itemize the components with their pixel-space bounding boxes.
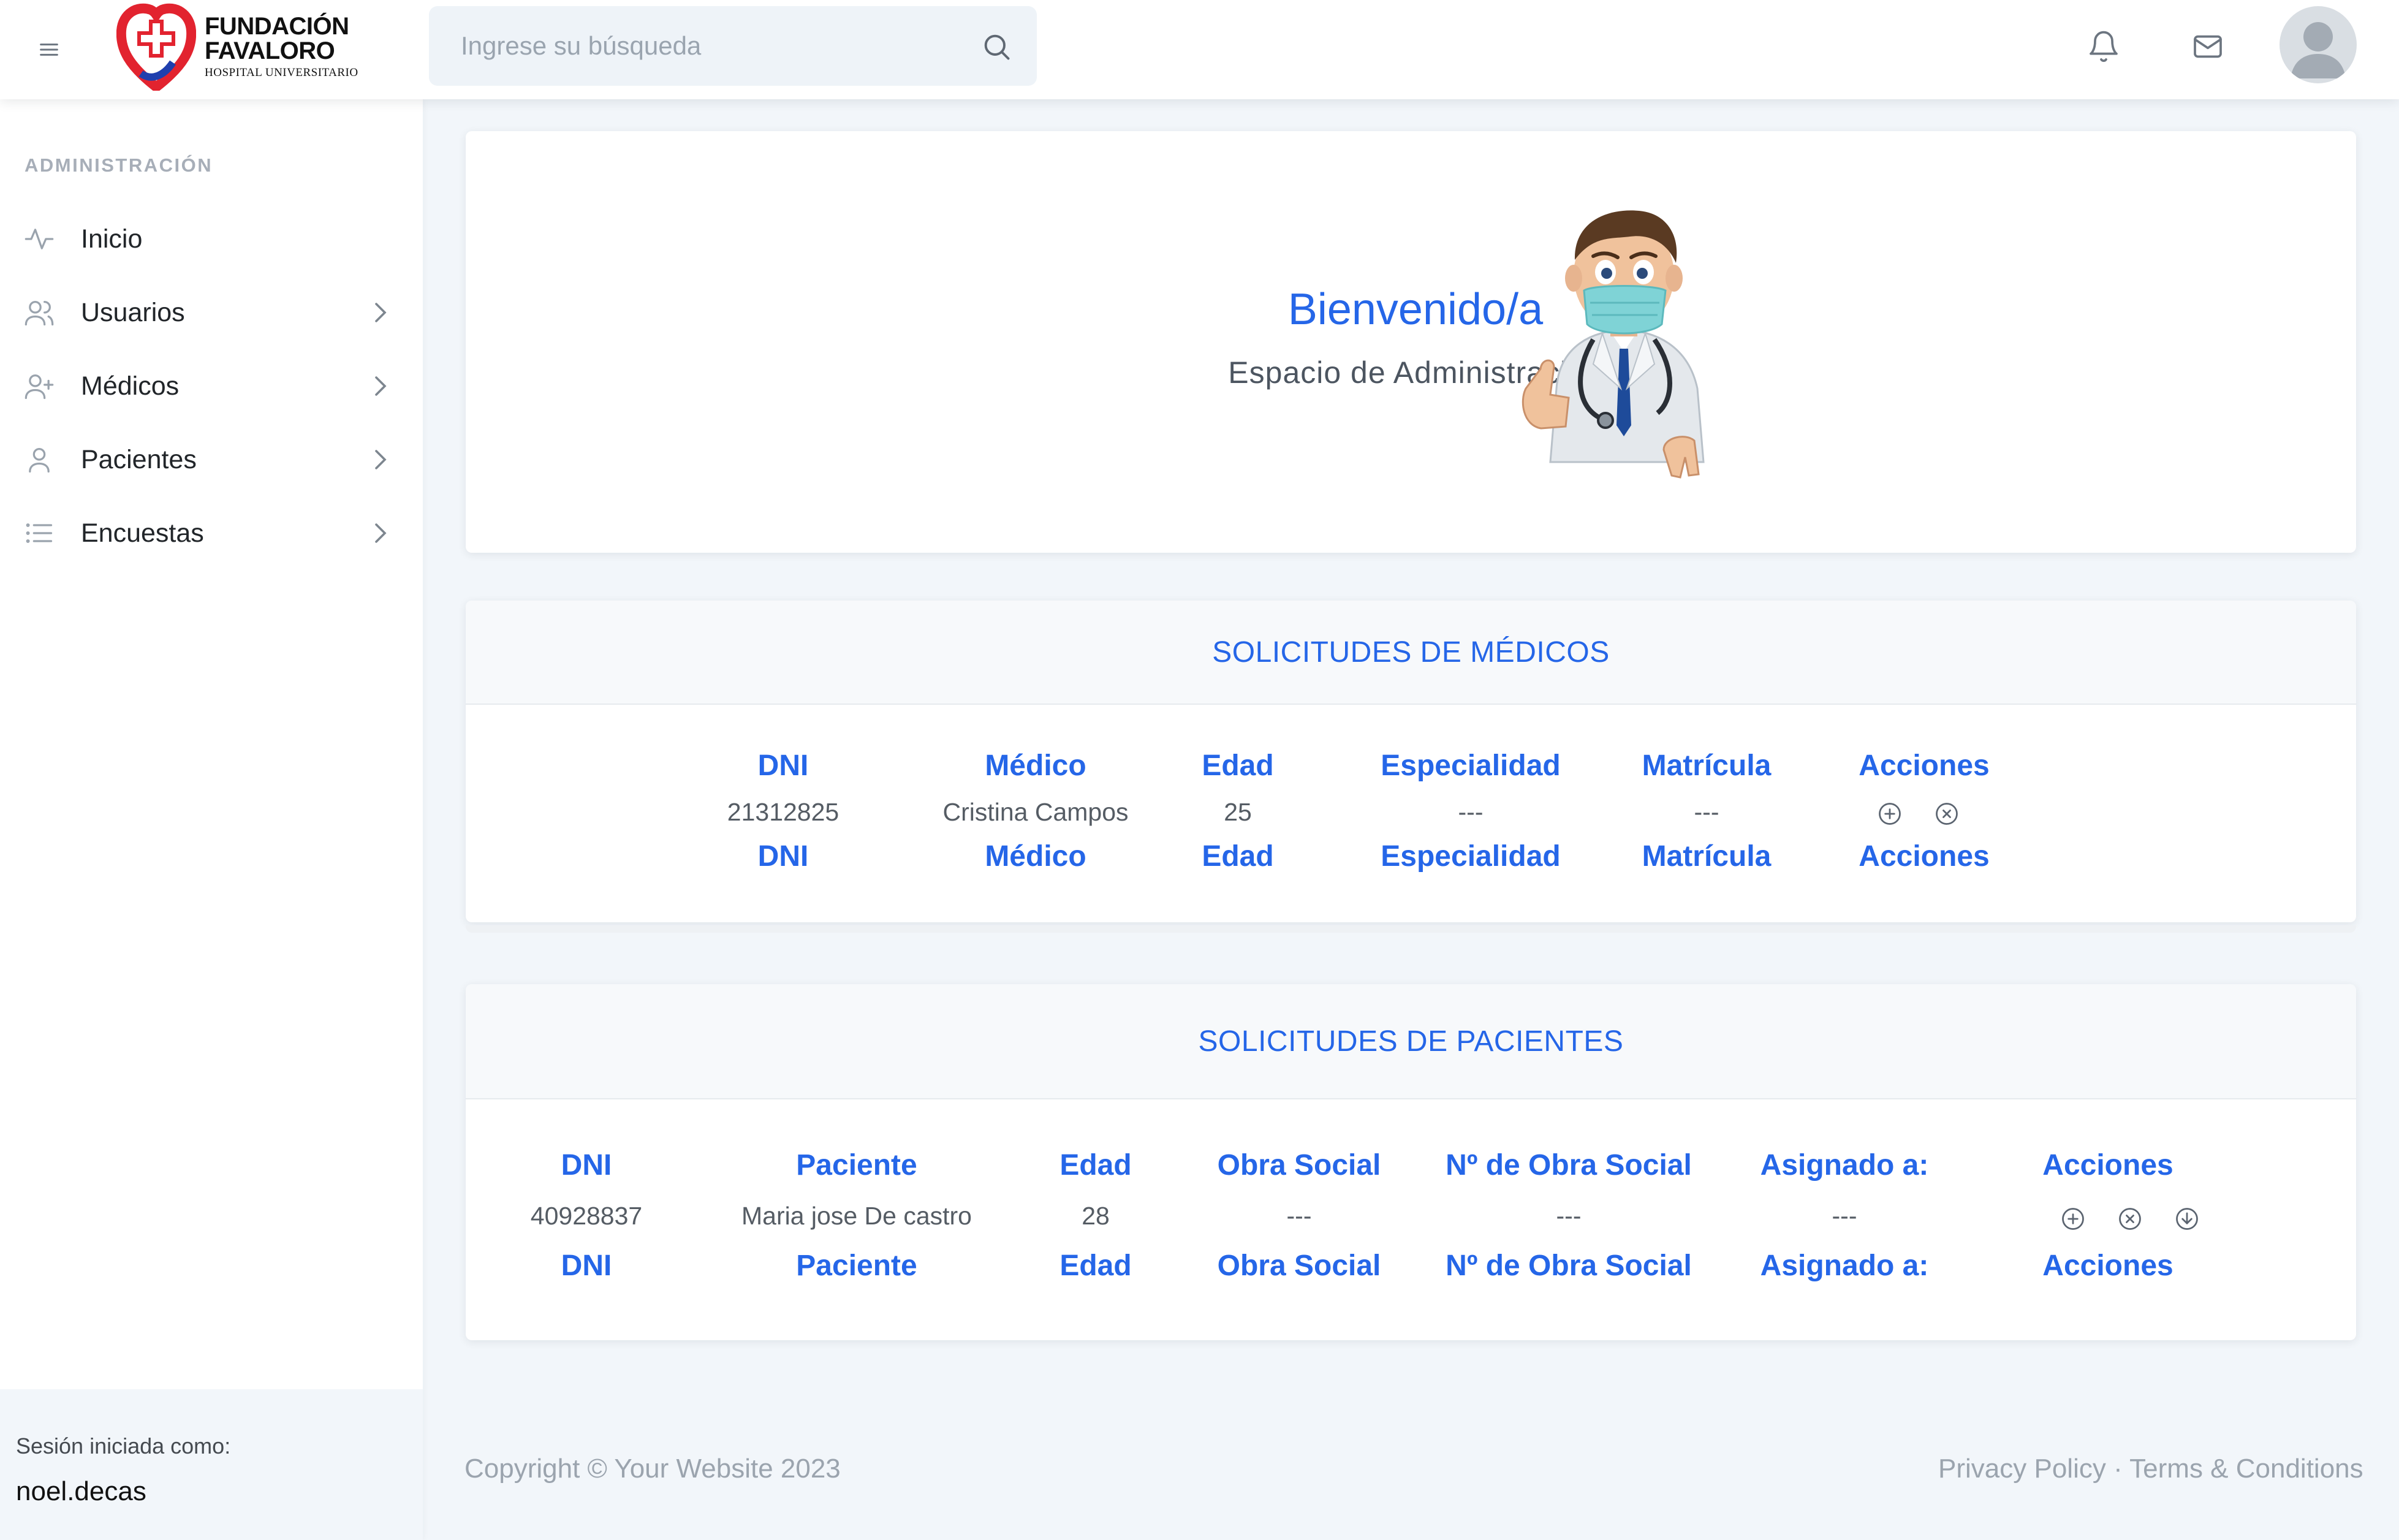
col-header-matricula: Matrícula — [1642, 749, 1772, 782]
brand-logo[interactable]: FUNDACIÓN FAVALORO HOSPITAL UNIVERSITARI… — [116, 0, 374, 92]
download-circle-icon[interactable] — [2174, 1205, 2200, 1232]
col-header-acciones: Acciones — [1859, 749, 1990, 782]
col-header-edad: Edad — [1202, 749, 1274, 782]
chevron-right-icon — [375, 450, 387, 469]
welcome-card: Bienvenido/a Espacio de Administración — [466, 131, 2356, 553]
col-header-acciones: Acciones — [2042, 1149, 2174, 1182]
sidebar-item-usuarios[interactable]: Usuarios — [0, 279, 423, 346]
menu-icon — [40, 44, 58, 56]
footer-separator: · — [2113, 1454, 2123, 1484]
search-icon[interactable] — [980, 31, 1012, 63]
users-icon — [25, 301, 54, 326]
chevron-right-icon — [375, 376, 387, 396]
table-cell-paciente: Maria jose De castro — [741, 1202, 972, 1230]
sidebar-item-label: Encuestas — [81, 518, 204, 548]
chevron-right-icon — [375, 303, 387, 322]
col-header-asignado: Asignado a: — [1760, 1149, 1929, 1182]
doctor-illustration — [1522, 210, 1705, 479]
chevron-right-icon — [375, 523, 387, 543]
user-avatar[interactable] — [2280, 6, 2357, 83]
user-icon — [29, 448, 50, 473]
close-circle-icon[interactable] — [2117, 1205, 2143, 1232]
brand-line-3: HOSPITAL UNIVERSITARIO — [205, 66, 358, 79]
col-header-medico: Médico — [985, 749, 1086, 782]
session-username: noel.decas — [16, 1476, 146, 1506]
activity-icon — [25, 229, 54, 249]
col-footer-nro-obra-social: Nº de Obra Social — [1446, 1250, 1692, 1282]
sidebar-item-label: Pacientes — [81, 444, 197, 474]
col-footer-asignado: Asignado a: — [1760, 1250, 1929, 1282]
add-circle-icon[interactable] — [1876, 800, 1903, 827]
session-label: Sesión iniciada como: — [16, 1433, 231, 1458]
sidebar-item-medicos[interactable]: Médicos — [0, 352, 423, 420]
bell-icon[interactable] — [2086, 29, 2121, 64]
sidebar-footer: Sesión iniciada como: noel.decas — [0, 1389, 423, 1540]
terms-link[interactable]: Terms & Conditions — [2129, 1454, 2363, 1484]
top-navbar: FUNDACIÓN FAVALORO HOSPITAL UNIVERSITARI… — [0, 0, 2399, 99]
sidebar-item-label: Usuarios — [81, 297, 185, 327]
patient-requests-card: SOLICITUDES DE PACIENTES DNI Paciente Ed… — [466, 984, 2356, 1340]
close-circle-icon[interactable] — [1933, 800, 1960, 827]
sidebar: ADMINISTRACIÓN Inicio Usuarios Médicos P… — [0, 99, 423, 1540]
table-cell-edad: 25 — [1224, 798, 1252, 826]
col-header-dni: DNI — [561, 1149, 612, 1182]
table-cell-medico: Cristina Campos — [942, 798, 1129, 826]
search-input[interactable] — [429, 6, 968, 86]
sidebar-item-pacientes[interactable]: Pacientes — [0, 426, 423, 493]
list-icon — [26, 523, 53, 543]
col-footer-edad: Edad — [1202, 840, 1274, 873]
search-bar — [429, 6, 1037, 86]
col-footer-especialidad: Especialidad — [1381, 840, 1561, 873]
add-circle-icon[interactable] — [2060, 1205, 2086, 1232]
divider — [466, 925, 2356, 933]
table-cell-edad: 28 — [1082, 1202, 1110, 1230]
col-footer-acciones: Acciones — [2042, 1250, 2174, 1282]
col-footer-edad: Edad — [1059, 1250, 1132, 1282]
doctor-requests-card: SOLICITUDES DE MÉDICOS DNI Médico Edad E… — [466, 601, 2356, 922]
sidebar-item-label: Médicos — [81, 371, 180, 401]
col-footer-medico: Médico — [985, 840, 1086, 873]
doctor-requests-title: SOLICITUDES DE MÉDICOS — [466, 601, 2356, 705]
table-cell-dni: 40928837 — [530, 1202, 643, 1230]
col-header-paciente: Paciente — [796, 1149, 917, 1182]
col-footer-dni: DNI — [561, 1250, 612, 1282]
table-cell-nro-obra-social: --- — [1556, 1202, 1582, 1230]
table-cell-asignado: --- — [1832, 1202, 1857, 1230]
mail-icon[interactable] — [2191, 29, 2225, 64]
col-footer-matricula: Matrícula — [1642, 840, 1772, 873]
table-cell-especialidad: --- — [1458, 798, 1484, 826]
patient-requests-title: SOLICITUDES DE PACIENTES — [466, 984, 2356, 1099]
col-header-nro-obra-social: Nº de Obra Social — [1446, 1149, 1692, 1182]
brand-text: FUNDACIÓN FAVALORO HOSPITAL UNIVERSITARI… — [205, 14, 358, 78]
col-header-dni: DNI — [757, 749, 809, 782]
user-plus-icon — [25, 374, 54, 400]
privacy-policy-link[interactable]: Privacy Policy — [1938, 1454, 2106, 1484]
copyright-text: Copyright © Your Website 2023 — [464, 1454, 841, 1484]
footer-links: Privacy Policy · Terms & Conditions — [1938, 1454, 2363, 1484]
sidebar-item-label: Inicio — [81, 224, 143, 254]
col-footer-acciones: Acciones — [1859, 840, 1990, 873]
col-footer-dni: DNI — [757, 840, 809, 873]
table-cell-matricula: --- — [1694, 798, 1719, 826]
sidebar-heading: ADMINISTRACIÓN — [25, 154, 213, 176]
sidebar-item-inicio[interactable]: Inicio — [0, 205, 423, 273]
brand-line-1: FUNDACIÓN — [205, 12, 349, 40]
col-header-obra-social: Obra Social — [1217, 1149, 1381, 1182]
user-avatar-icon — [2291, 22, 2346, 78]
favaloro-heart-logo — [116, 3, 196, 91]
menu-toggle-button[interactable] — [34, 34, 64, 65]
table-cell-dni: 21312825 — [727, 798, 839, 826]
brand-line-2: FAVALORO — [205, 37, 335, 64]
table-cell-obra-social: --- — [1286, 1202, 1312, 1230]
col-footer-paciente: Paciente — [796, 1250, 917, 1282]
col-header-edad: Edad — [1059, 1149, 1132, 1182]
sidebar-item-encuestas[interactable]: Encuestas — [0, 499, 423, 567]
col-footer-obra-social: Obra Social — [1217, 1250, 1381, 1282]
col-header-especialidad: Especialidad — [1381, 749, 1561, 782]
